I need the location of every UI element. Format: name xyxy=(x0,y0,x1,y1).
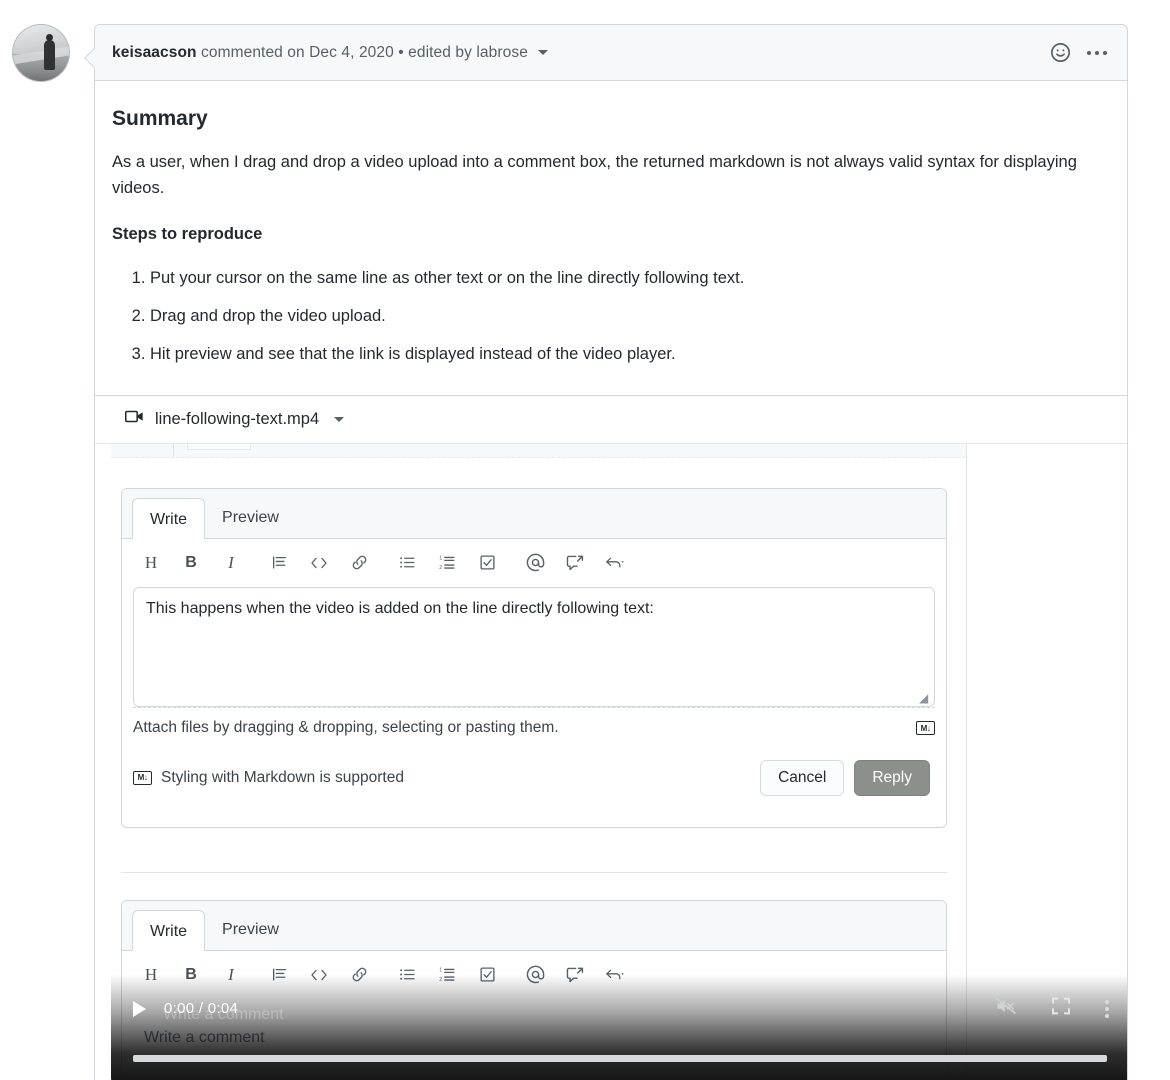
comment-form-secondary: Write Preview H B I 1 2 Write a comment xyxy=(121,899,947,1080)
comment-byline: keisaacson commented on Dec 4, 2020 • ed… xyxy=(112,44,548,62)
comment-form-primary: Write Preview H B I 1 2 This happens whe… xyxy=(121,487,947,828)
markdown-badge-icon: M↓ xyxy=(916,721,935,736)
italic-icon[interactable]: I xyxy=(220,964,242,986)
attach-files-row: Attach files by dragging & dropping, sel… xyxy=(133,706,935,747)
captured-partial-element xyxy=(111,443,966,458)
svg-text:2: 2 xyxy=(439,565,442,571)
list-item: Hit preview and see that the link is dis… xyxy=(150,342,1110,367)
cross-reference-icon[interactable] xyxy=(564,964,586,986)
section-divider xyxy=(121,871,947,873)
tab-preview-secondary[interactable]: Preview xyxy=(205,909,296,950)
comment-header: keisaacson commented on Dec 4, 2020 • ed… xyxy=(95,25,1127,81)
video-file-bar: line-following-text.mp4 xyxy=(95,395,1127,444)
video-filename[interactable]: line-following-text.mp4 xyxy=(155,410,319,429)
fullscreen-icon[interactable] xyxy=(1051,996,1071,1021)
play-icon[interactable] xyxy=(133,1000,146,1017)
comment-textarea[interactable]: This happens when the video is added on … xyxy=(133,586,935,707)
link-icon[interactable] xyxy=(348,964,370,986)
list-item: Put your cursor on the same line as othe… xyxy=(150,266,1110,291)
quote-icon[interactable] xyxy=(268,964,290,986)
mention-icon[interactable] xyxy=(524,552,546,574)
editor-tabbar-secondary: Write Preview xyxy=(122,900,946,951)
saved-reply-icon[interactable] xyxy=(604,552,626,574)
svg-text:2: 2 xyxy=(439,977,442,983)
saved-reply-icon[interactable] xyxy=(604,964,626,986)
comment-form-footer: M↓ Styling with Markdown is supported Ca… xyxy=(122,747,946,809)
resize-handle-icon[interactable]: ◢ xyxy=(919,692,931,704)
list-item: Drag and drop the video upload. xyxy=(150,304,1110,329)
italic-glyph-2: I xyxy=(228,964,234,984)
steps-list: Put your cursor on the same line as othe… xyxy=(112,266,1110,366)
link-icon[interactable] xyxy=(348,552,370,574)
video-time-display: 0:00 / 0:04 xyxy=(164,1000,239,1018)
task-list-icon[interactable] xyxy=(476,964,498,986)
markdown-toolbar: H B I 1 2 xyxy=(122,539,946,587)
code-icon[interactable] xyxy=(308,964,330,986)
task-list-icon[interactable] xyxy=(476,552,498,574)
muted-speaker-icon[interactable] xyxy=(995,996,1017,1021)
reply-button[interactable]: Reply xyxy=(854,759,930,796)
video-embed: line-following-text.mp4 Write Preview H … xyxy=(95,394,1127,1080)
comment-body: Summary As a user, when I drag and drop … xyxy=(95,81,1127,1080)
svg-text:1: 1 xyxy=(439,968,442,974)
video-chevron-down-icon[interactable] xyxy=(334,416,345,422)
bold-icon[interactable]: B xyxy=(180,964,202,986)
comment-author[interactable]: keisaacson xyxy=(112,44,197,61)
ordered-list-icon[interactable]: 1 2 xyxy=(436,552,458,574)
comment-textarea-value: This happens when the video is added on … xyxy=(146,599,654,617)
summary-paragraph: As a user, when I drag and drop a video … xyxy=(112,153,1077,197)
comment-header-actions xyxy=(1050,42,1113,63)
comment-placeholder[interactable]: Write a comment xyxy=(144,1029,265,1047)
avatar[interactable] xyxy=(12,24,70,82)
unordered-list-icon[interactable] xyxy=(396,552,418,574)
form-buttons: Cancel Reply xyxy=(760,759,930,796)
heading-glyph-2: H xyxy=(144,964,158,984)
heading-icon[interactable]: H xyxy=(140,964,162,986)
cross-reference-icon[interactable] xyxy=(564,552,586,574)
bold-glyph-2: B xyxy=(185,965,197,983)
edit-history-chevron-down-icon[interactable] xyxy=(537,49,548,55)
mention-icon[interactable] xyxy=(524,964,546,986)
italic-glyph: I xyxy=(228,552,234,572)
markdown-supported-note[interactable]: Styling with Markdown is supported xyxy=(161,769,404,787)
quote-icon[interactable] xyxy=(268,552,290,574)
bold-glyph: B xyxy=(185,553,197,571)
heading-icon[interactable]: H xyxy=(140,552,162,574)
github-issue-comment-screenshot: keisaacson commented on Dec 4, 2020 • ed… xyxy=(0,0,1170,1080)
video-camera-icon xyxy=(125,409,144,429)
cancel-button[interactable]: Cancel xyxy=(760,759,845,796)
kebab-horizontal-icon[interactable] xyxy=(1087,50,1107,55)
comment-meta: commented on Dec 4, 2020 • edited by lab… xyxy=(196,43,528,61)
tab-write[interactable]: Write xyxy=(132,497,206,539)
steps-heading: Steps to reproduce xyxy=(112,225,263,244)
svg-text:1: 1 xyxy=(439,556,442,562)
video-stage[interactable]: Write Preview H B I 1 2 This happens whe… xyxy=(95,443,1127,1080)
italic-icon[interactable]: I xyxy=(220,552,242,574)
video-control-bar: 0:00 / 0:04 xyxy=(111,992,1127,1026)
smiley-icon[interactable] xyxy=(1050,42,1071,63)
video-captured-page: Write Preview H B I 1 2 This happens whe… xyxy=(111,443,967,1080)
markdown-note-badge-icon: M↓ xyxy=(133,770,152,785)
kebab-vertical-icon[interactable] xyxy=(1105,999,1109,1018)
bold-icon[interactable]: B xyxy=(180,552,202,574)
avatar-person xyxy=(44,33,56,70)
unordered-list-icon[interactable] xyxy=(396,964,418,986)
video-right-controls xyxy=(995,996,1109,1021)
attach-files-hint: Attach files by dragging & dropping, sel… xyxy=(133,719,559,737)
comment-card: keisaacson commented on Dec 4, 2020 • ed… xyxy=(84,24,1128,1080)
heading-glyph: H xyxy=(144,552,158,572)
tab-write-secondary[interactable]: Write xyxy=(132,909,206,951)
ordered-list-icon[interactable]: 1 2 xyxy=(436,964,458,986)
tab-preview[interactable]: Preview xyxy=(205,497,296,538)
code-icon[interactable] xyxy=(308,552,330,574)
editor-tabbar: Write Preview xyxy=(122,488,946,539)
page-title: Summary xyxy=(112,107,208,130)
